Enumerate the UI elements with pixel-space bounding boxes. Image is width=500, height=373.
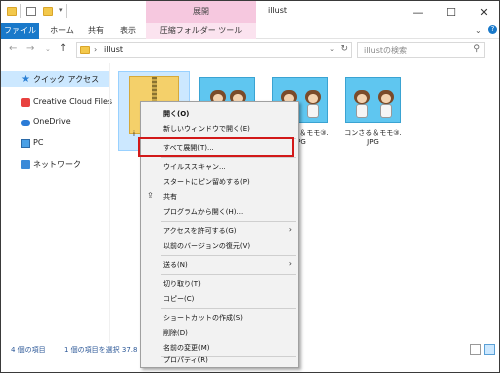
menu-item-label: 以前のバージョンの復元(V) (163, 242, 251, 250)
search-input[interactable]: illustの検索 (364, 45, 407, 56)
menu-item-label: 新しいウィンドウで開く(E) (163, 125, 250, 133)
folder-icon (80, 46, 90, 54)
menu-item-open-new-window[interactable]: 新しいウィンドウで開く(E) (141, 121, 298, 136)
details-view-icon[interactable] (470, 344, 481, 355)
large-icons-view-icon[interactable] (484, 344, 495, 355)
creative-cloud-icon (21, 98, 30, 107)
up-icon[interactable]: ↑ (59, 43, 67, 54)
menu-item-label: スタートにピン留めする(P) (163, 178, 250, 186)
ribbon-tabs: ファイル ホーム 共有 表示 圧縮フォルダー ツール ⌄ ? (1, 23, 499, 39)
breadcrumb-path[interactable]: illust (104, 45, 123, 54)
file-tile-image[interactable]: コンさる＆モモ③. JPG (337, 71, 409, 151)
menu-item-cut[interactable]: 切り取り(T) (141, 276, 298, 291)
pane-divider[interactable] (109, 63, 110, 343)
nav-item-creative-cloud[interactable]: Creative Cloud Files (1, 94, 113, 110)
customize-toolbar-icon[interactable]: ▾ (59, 6, 63, 14)
nav-item-label: PC (33, 138, 44, 147)
menu-separator (161, 157, 296, 158)
address-dropdown-icon[interactable]: ⌄ (329, 45, 335, 53)
menu-item-give-access[interactable]: アクセスを許可する(G) › (141, 223, 298, 238)
minimize-button[interactable]: — (405, 3, 431, 21)
new-folder-icon[interactable] (43, 7, 53, 16)
menu-item-label: プロパティ(R) (163, 356, 208, 364)
context-tab-group: 展開 (146, 1, 256, 23)
file-caption-text: コンさる＆モモ③. JPG (344, 129, 402, 146)
back-icon[interactable]: ← (9, 43, 17, 54)
menu-item-create-shortcut[interactable]: ショートカットの作成(S) (141, 310, 298, 325)
nav-item-label: Creative Cloud Files (33, 97, 113, 106)
menu-item-send-to[interactable]: 送る(N) › (141, 257, 298, 272)
context-tab-group-label: 展開 (193, 7, 209, 16)
folder-icon (7, 7, 17, 16)
menu-item-properties[interactable]: プロパティ(R) (141, 352, 298, 367)
menu-item-label: 切り取り(T) (163, 280, 201, 288)
help-icon[interactable]: ? (488, 25, 497, 34)
address-row: ← → ⌄ ↑ › illust ⌄ ↻ illustの検索 ⚲ (1, 39, 499, 61)
menu-item-delete[interactable]: 削除(D) (141, 325, 298, 340)
share-icon: ⇪ (147, 191, 154, 200)
menu-separator (161, 255, 296, 256)
menu-item-label: ショートカットの作成(S) (163, 314, 243, 322)
menu-item-virus-scan[interactable]: ウイルススキャン... (141, 159, 298, 174)
file-caption: コンさる＆モモ③. JPG (337, 129, 409, 147)
divider (20, 4, 21, 18)
nav-item-label: OneDrive (33, 117, 71, 126)
window-title: illust (268, 6, 288, 15)
tab-share[interactable]: 共有 (83, 23, 109, 39)
tab-home[interactable]: ホーム (45, 23, 79, 39)
menu-separator (161, 274, 296, 275)
nav-item-quick-access[interactable]: ★ クイック アクセス (1, 71, 109, 87)
expand-ribbon-icon[interactable]: ⌄ (475, 26, 482, 35)
star-icon: ★ (21, 74, 30, 85)
submenu-arrow-icon: › (288, 259, 292, 268)
tab-file[interactable]: ファイル (1, 23, 39, 39)
search-box[interactable]: illustの検索 ⚲ (357, 42, 485, 58)
menu-item-label: ウイルススキャン... (163, 163, 226, 171)
tab-view[interactable]: 表示 (114, 23, 142, 39)
menu-item-restore-versions[interactable]: 以前のバージョンの復元(V) (141, 238, 298, 253)
highlight-box (138, 137, 294, 157)
tab-compressed-folder-tools[interactable]: 圧縮フォルダー ツール (146, 23, 256, 39)
pc-icon (21, 139, 30, 148)
submenu-arrow-icon: › (288, 225, 292, 234)
breadcrumb-separator-icon[interactable]: › (94, 45, 97, 54)
divider (66, 4, 67, 18)
title-bar: ▾ 展開 illust — ☐ ✕ (1, 1, 499, 23)
close-button[interactable]: ✕ (471, 3, 497, 21)
network-icon (21, 160, 30, 169)
nav-item-label: ネットワーク (33, 160, 81, 169)
menu-item-open[interactable]: 開く(O) (141, 106, 298, 121)
refresh-icon[interactable]: ↻ (340, 44, 348, 54)
menu-item-label: 開く(O) (163, 110, 190, 118)
nav-item-onedrive[interactable]: OneDrive (1, 114, 109, 130)
menu-separator (161, 308, 296, 309)
menu-item-label: プログラムから開く(H)... (163, 208, 244, 216)
search-icon[interactable]: ⚲ (473, 44, 480, 54)
menu-item-copy[interactable]: コピー(C) (141, 291, 298, 306)
nav-item-network[interactable]: ネットワーク (1, 156, 109, 172)
menu-item-label: コピー(C) (163, 295, 195, 303)
item-count: 4 個の項目 (11, 346, 46, 354)
maximize-button[interactable]: ☐ (438, 3, 464, 21)
nav-item-label: クイック アクセス (33, 75, 100, 84)
image-thumbnail (345, 77, 401, 123)
navigation-pane: ★ クイック アクセス Creative Cloud Files OneDriv… (1, 63, 113, 343)
menu-item-label: 共有 (163, 193, 177, 201)
menu-item-label: 削除(D) (163, 329, 188, 337)
menu-item-label: アクセスを許可する(G) (163, 227, 237, 235)
properties-icon[interactable] (26, 7, 36, 16)
menu-separator (161, 221, 296, 222)
address-bar[interactable]: › illust ⌄ ↻ (76, 42, 352, 58)
forward-icon[interactable]: → (26, 43, 34, 54)
menu-item-share[interactable]: ⇪ 共有 (141, 189, 298, 204)
menu-item-open-with[interactable]: プログラムから開く(H)... (141, 204, 298, 219)
menu-item-pin-to-start[interactable]: スタートにピン留めする(P) (141, 174, 298, 189)
selection-info: 1 個の項目を選択 37.8 (64, 346, 138, 354)
cloud-icon (21, 120, 30, 126)
menu-item-label: 送る(N) (163, 261, 188, 269)
recent-locations-icon[interactable]: ⌄ (45, 45, 51, 53)
